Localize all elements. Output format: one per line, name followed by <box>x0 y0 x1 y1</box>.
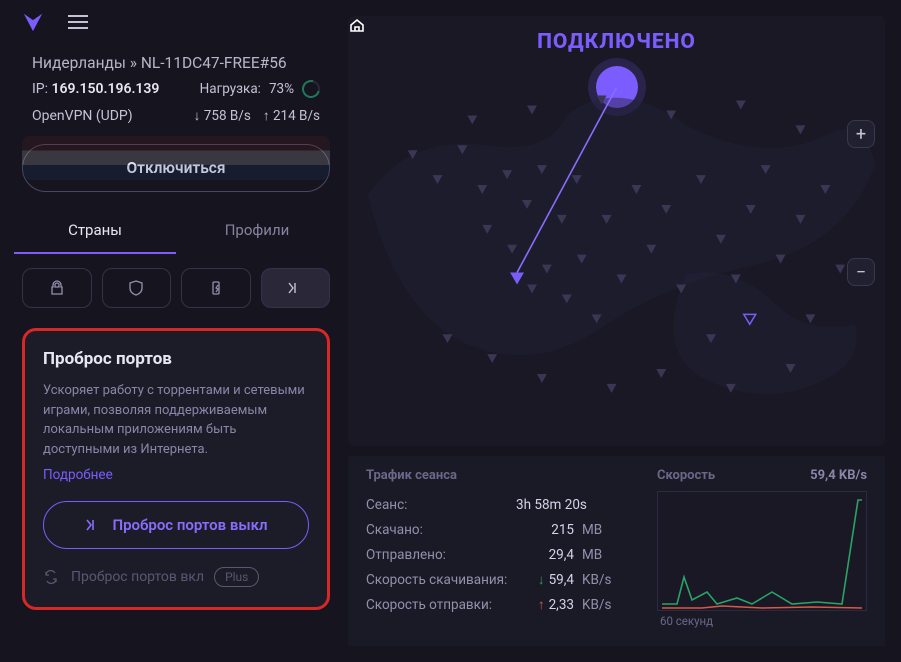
speed-chart: 60 секунд <box>657 491 867 611</box>
speed-header: Скорость59,4 KB/s <box>657 468 867 483</box>
filter-shield-button[interactable] <box>102 268 172 308</box>
port-forward-panel: Проброс портов Ускоряет работу с торрент… <box>22 328 330 610</box>
app-logo <box>22 11 44 33</box>
server-flag-bg <box>22 136 330 180</box>
map-zoom-controls: + − <box>847 120 875 286</box>
zoom-in-button[interactable]: + <box>847 120 875 148</box>
home-icon <box>348 16 366 34</box>
stats-bar: Трафик сеанса Сеанс:3h 58m 20s Скачано:2… <box>348 456 885 646</box>
learn-more-link[interactable]: Подробнее <box>43 467 113 483</box>
main-area: ПОДКЛЮЧЕНО + − Трафик сеанса Сеанс:3h 58… <box>348 16 885 646</box>
panel-title: Проброс портов <box>43 349 309 369</box>
filter-portforward-button[interactable] <box>261 268 331 308</box>
port-forward-off-button[interactable]: Проброс портов выкл <box>43 501 309 549</box>
speed-chart-col: Скорость59,4 KB/s 60 секунд <box>657 468 867 638</box>
portforward-icon <box>84 517 102 533</box>
upload-speed: ↑ 214 B/s <box>263 108 320 124</box>
protocol-label: OpenVPN (UDP) <box>32 108 133 124</box>
server-load: Нагрузка:73% <box>200 80 320 98</box>
speed-indicators: ↓ 758 B/s ↑ 214 B/s <box>194 108 320 124</box>
sidebar-tabs: Страны Профили <box>14 206 338 254</box>
menu-button[interactable] <box>62 9 94 35</box>
connection-info: Нидерланды » NL-11DC47-FREE#56 IP: 169.1… <box>14 48 338 132</box>
sidebar: Нидерланды » NL-11DC47-FREE#56 IP: 169.1… <box>14 48 338 648</box>
download-speed: ↓ 758 B/s <box>194 108 251 124</box>
ip-label: IP: 169.150.196.139 <box>32 81 159 97</box>
tab-countries[interactable]: Страны <box>14 206 176 254</box>
filter-lock-button[interactable] <box>22 268 92 308</box>
session-stats: Трафик сеанса Сеанс:3h 58m 20s Скачано:2… <box>366 468 633 638</box>
zoom-out-button[interactable]: − <box>847 258 875 286</box>
world-map[interactable]: ПОДКЛЮЧЕНО + − <box>348 16 885 446</box>
traffic-header: Трафик сеанса <box>366 468 633 483</box>
port-forward-on-row: Проброс портов вкл Plus <box>43 567 309 587</box>
filter-icon-row <box>22 268 330 308</box>
filter-device-button[interactable] <box>181 268 251 308</box>
load-ring-icon <box>299 77 324 102</box>
panel-description: Ускоряет работу с торрентами и сетевыми … <box>43 381 309 459</box>
tab-profiles[interactable]: Профили <box>176 206 338 254</box>
port-forward-on-label: Проброс портов вкл <box>71 569 204 585</box>
plus-badge: Plus <box>214 567 259 587</box>
map-svg <box>348 16 885 446</box>
chart-x-label: 60 секунд <box>660 614 713 628</box>
refresh-icon <box>43 569 61 585</box>
server-breadcrumb: Нидерланды » NL-11DC47-FREE#56 <box>32 54 320 72</box>
